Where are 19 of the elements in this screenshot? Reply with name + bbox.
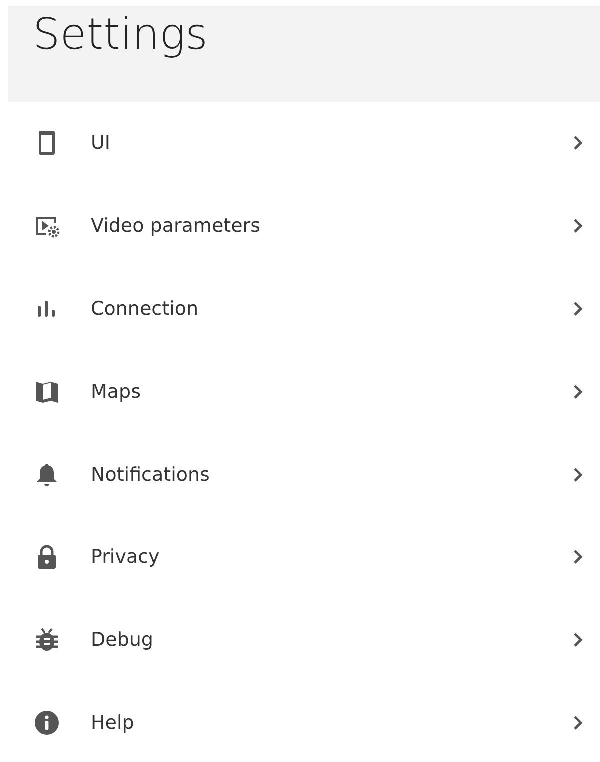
chevron-right-icon bbox=[572, 217, 584, 236]
menu-item-label[interactable]: Maps bbox=[91, 380, 572, 403]
menu-item-label[interactable]: Privacy bbox=[91, 546, 572, 568]
menu-item-label[interactable]: Notifications bbox=[91, 464, 572, 486]
chevron-right-icon bbox=[572, 548, 584, 566]
chevron-right-icon bbox=[572, 134, 584, 152]
menu-item-label[interactable]: UI bbox=[91, 132, 572, 154]
menu-item-label[interactable]: Debug bbox=[91, 629, 572, 652]
chevron-right-icon bbox=[572, 631, 584, 650]
menu-item-label[interactable]: Connection bbox=[91, 298, 572, 320]
info-icon bbox=[34, 710, 60, 736]
chevron-right-icon bbox=[572, 382, 584, 401]
chevron-right-icon bbox=[572, 300, 584, 318]
chevron-right-icon bbox=[572, 714, 584, 732]
page-title: Settings bbox=[33, 9, 208, 62]
bug-icon bbox=[34, 627, 60, 654]
chevron-right-icon bbox=[572, 466, 584, 484]
menu-item-label[interactable]: Video parameters bbox=[91, 215, 572, 238]
menu-item-label[interactable]: Help bbox=[91, 712, 572, 734]
